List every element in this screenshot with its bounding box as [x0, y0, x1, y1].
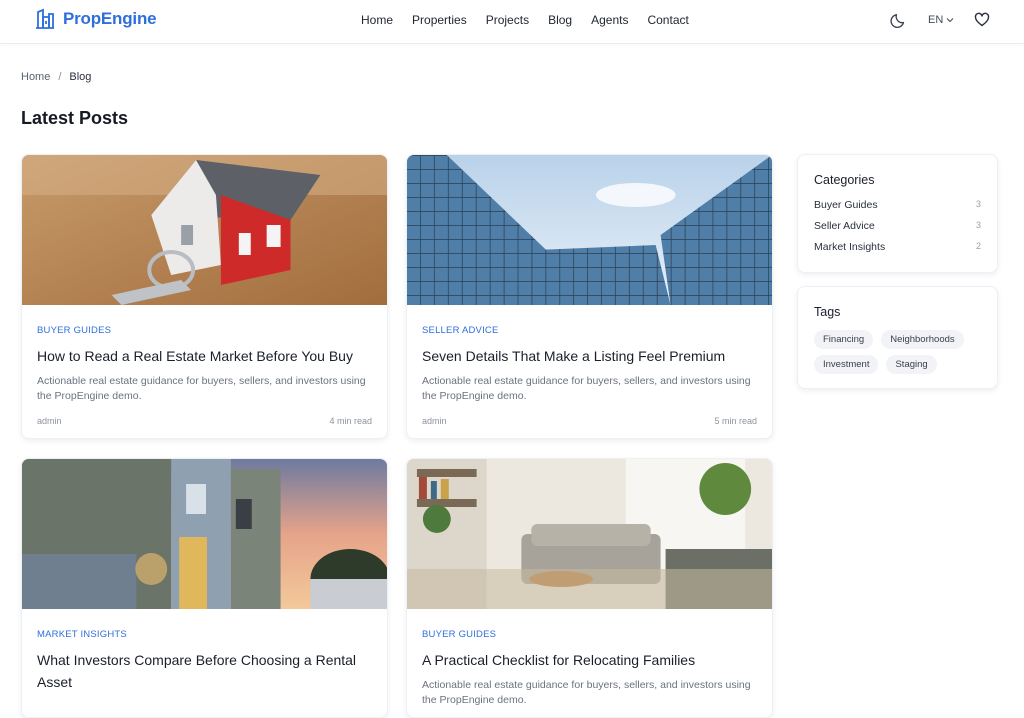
post-title[interactable]: How to Read a Real Estate Market Before … — [37, 345, 372, 367]
category-item-market-insights[interactable]: Market Insights 2 — [814, 241, 981, 253]
post-category[interactable]: MARKET INSIGHTS — [37, 629, 372, 640]
chevron-down-icon — [946, 18, 954, 23]
tag-investment[interactable]: Investment — [814, 355, 879, 374]
breadcrumb-current: Blog — [69, 71, 92, 83]
nav-agents[interactable]: Agents — [591, 13, 628, 27]
heart-icon[interactable] — [974, 12, 990, 28]
post-card[interactable]: BUYER GUIDES A Practical Checklist for R… — [406, 458, 773, 718]
tag-list: Financing Neighborhoods Investment Stagi… — [814, 330, 981, 374]
post-card[interactable]: MARKET INSIGHTS What Investors Compare B… — [21, 458, 388, 718]
moon-icon[interactable] — [890, 11, 908, 29]
breadcrumb-separator: / — [58, 71, 62, 83]
tag-staging[interactable]: Staging — [886, 355, 937, 374]
category-item-seller-advice[interactable]: Seller Advice 3 — [814, 220, 981, 232]
post-image-glass-building — [407, 155, 772, 305]
post-category[interactable]: BUYER GUIDES — [422, 629, 757, 640]
category-label[interactable]: Market Insights — [814, 241, 885, 253]
post-excerpt: Actionable real estate guidance for buye… — [422, 375, 751, 402]
breadcrumb: Home / Blog — [21, 71, 91, 83]
nav-home[interactable]: Home — [361, 13, 393, 27]
post-author: admin — [422, 416, 447, 426]
post-card[interactable]: SELLER ADVICE Seven Details That Make a … — [406, 154, 773, 439]
nav-properties[interactable]: Properties — [412, 13, 467, 27]
post-title[interactable]: What Investors Compare Before Choosing a… — [37, 649, 372, 693]
brand-name: PropEngine — [63, 9, 157, 28]
post-excerpt: Actionable real estate guidance for buye… — [422, 679, 751, 706]
nav-blog[interactable]: Blog — [548, 13, 572, 27]
post-title[interactable]: Seven Details That Make a Listing Feel P… — [422, 345, 757, 367]
tags-widget: Tags Financing Neighborhoods Investment … — [797, 286, 998, 389]
site-header: PropEngine Home Properties Projects Blog… — [0, 0, 1024, 44]
category-count: 2 — [975, 241, 981, 251]
breadcrumb-home[interactable]: Home — [21, 71, 50, 83]
building-logo-icon — [36, 8, 54, 29]
language-selector[interactable]: EN — [928, 14, 954, 26]
category-label[interactable]: Buyer Guides — [814, 199, 878, 211]
post-title[interactable]: A Practical Checklist for Relocating Fam… — [422, 649, 757, 671]
category-count: 3 — [975, 220, 981, 230]
post-excerpt: Actionable real estate guidance for buye… — [37, 375, 366, 402]
post-card[interactable]: BUYER GUIDES How to Read a Real Estate M… — [21, 154, 388, 439]
post-category[interactable]: BUYER GUIDES — [37, 325, 372, 336]
post-image-house-model — [22, 155, 387, 305]
category-count: 3 — [975, 199, 981, 209]
post-read-time: 5 min read — [714, 416, 757, 426]
categories-title: Categories — [814, 173, 875, 187]
nav-contact[interactable]: Contact — [647, 13, 688, 27]
nav-projects[interactable]: Projects — [486, 13, 529, 27]
post-category[interactable]: SELLER ADVICE — [422, 325, 757, 336]
page-title: Latest Posts — [21, 108, 129, 128]
categories-widget: Categories Buyer Guides 3 Seller Advice … — [797, 154, 998, 273]
post-image-living-room — [407, 459, 772, 609]
brand-logo[interactable]: PropEngine — [34, 8, 157, 30]
header-actions: EN — [890, 11, 990, 29]
post-read-time: 4 min read — [329, 416, 372, 426]
language-label: EN — [928, 14, 944, 26]
category-label[interactable]: Seller Advice — [814, 220, 875, 232]
post-image-house-dusk — [22, 459, 387, 609]
post-author: admin — [37, 416, 62, 426]
tag-neighborhoods[interactable]: Neighborhoods — [881, 330, 964, 349]
tag-financing[interactable]: Financing — [814, 330, 874, 349]
category-item-buyer-guides[interactable]: Buyer Guides 3 — [814, 199, 981, 211]
tags-title: Tags — [814, 305, 841, 319]
main-nav: Home Properties Projects Blog Agents Con… — [361, 13, 689, 27]
